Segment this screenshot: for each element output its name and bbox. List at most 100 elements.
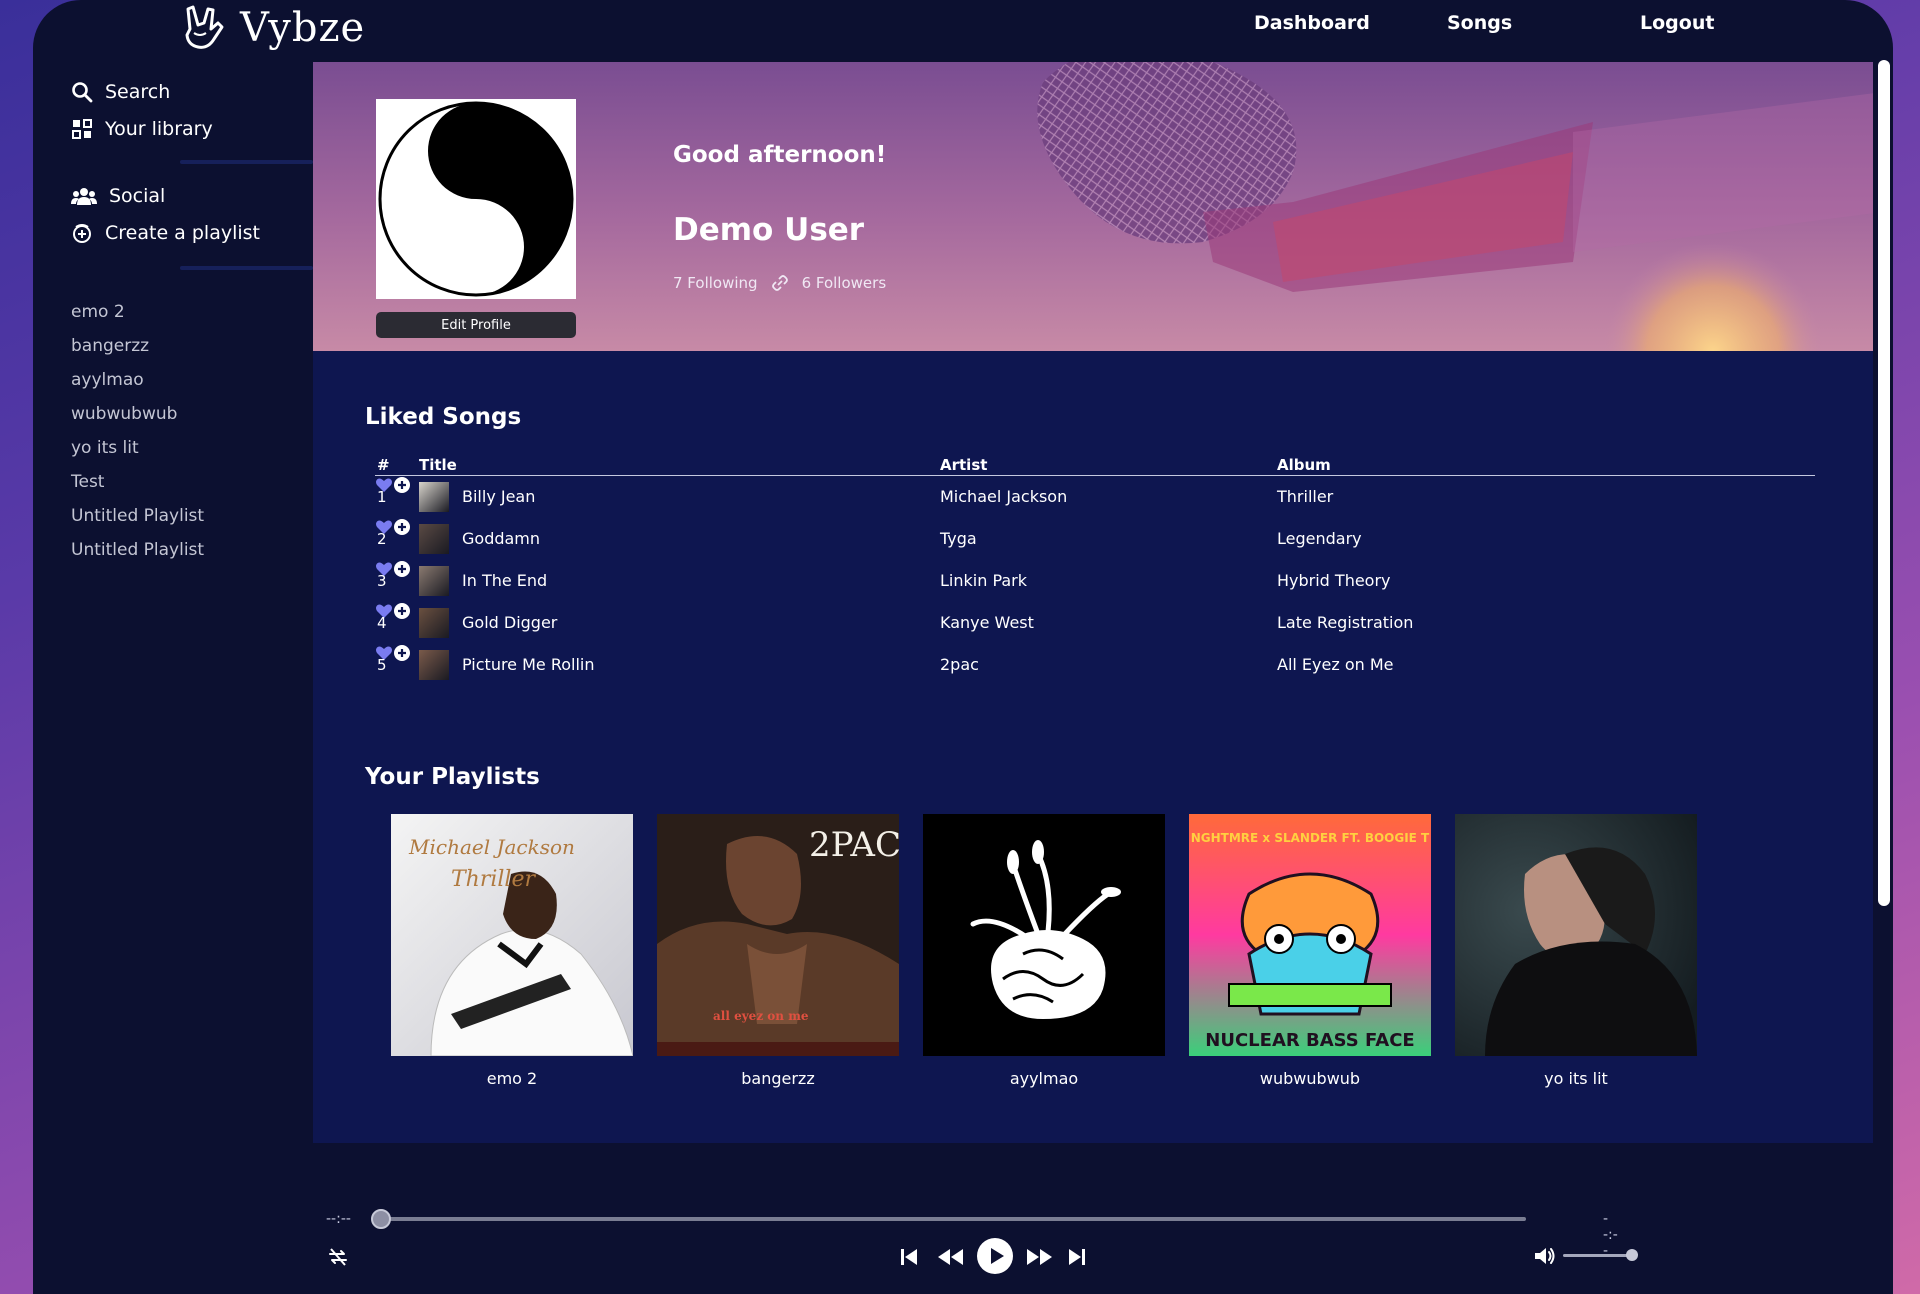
sidebar-playlist[interactable]: yo its lit	[71, 438, 139, 458]
playlist-cover: NGHTMRE x SLANDER FT. BOOGIE T NUCLEAR B…	[1189, 814, 1431, 1056]
sidebar-playlist[interactable]: Untitled Playlist	[71, 540, 204, 560]
music-player: --:-- --:--	[313, 1180, 1638, 1290]
track-album[interactable]: Late Registration	[1277, 613, 1413, 632]
track-artist[interactable]: Michael Jackson	[940, 487, 1067, 506]
nav-songs[interactable]: Songs	[1447, 12, 1512, 34]
track-album[interactable]: Legendary	[1277, 529, 1362, 548]
main-content: Edit Profile Good afternoon! Demo User 7…	[313, 62, 1873, 1143]
cover-subtitle: Thriller	[451, 867, 536, 892]
nav-dashboard[interactable]: Dashboard	[1254, 12, 1370, 34]
volume-handle[interactable]	[1626, 1249, 1638, 1261]
library-icon	[72, 119, 92, 139]
table-row[interactable]: 3 In The End Linkin Park Hybrid Theory	[375, 560, 1815, 602]
track-title[interactable]: Billy Jean	[462, 487, 535, 506]
track-title[interactable]: In The End	[462, 571, 547, 590]
track-title[interactable]: Picture Me Rollin	[462, 655, 595, 674]
track-artist[interactable]: Tyga	[940, 529, 977, 548]
table-row[interactable]: 1 Billy Jean Michael Jackson Thriller	[375, 476, 1815, 518]
link-icon	[771, 275, 788, 291]
volume-icon[interactable]	[1533, 1245, 1557, 1267]
cover-subtitle: NUCLEAR BASS FACE	[1205, 1030, 1414, 1051]
followers-count[interactable]: 6 Followers	[802, 274, 887, 292]
play-button[interactable]	[976, 1237, 1014, 1275]
sidebar-playlist[interactable]: Untitled Playlist	[71, 506, 204, 526]
cover-title: Michael Jackson	[408, 835, 575, 859]
column-header-artist[interactable]: Artist	[940, 456, 987, 474]
app-window: Vybze Dashboard Songs Logout Search Your…	[33, 0, 1893, 1294]
sidebar-item-label: Social	[109, 185, 166, 207]
table-row[interactable]: 5 Picture Me Rollin 2pac All Eyez on Me	[375, 644, 1815, 686]
sidebar-item-search[interactable]: Search	[71, 81, 170, 103]
search-icon	[72, 82, 93, 103]
playlist-add-icon	[73, 224, 91, 243]
sidebar-divider	[180, 160, 313, 164]
rewind-icon[interactable]	[936, 1246, 964, 1268]
track-artist[interactable]: Linkin Park	[940, 571, 1027, 590]
playlist-cover	[923, 814, 1165, 1056]
cover-subtitle: all eyez on me	[713, 1009, 809, 1023]
nav-logout[interactable]: Logout	[1640, 12, 1714, 34]
playlist-cover	[1455, 814, 1697, 1056]
track-album[interactable]: Hybrid Theory	[1277, 571, 1391, 590]
sidebar-playlist[interactable]: ayylmao	[71, 370, 144, 390]
sidebar-item-library[interactable]: Your library	[71, 118, 213, 140]
sidebar-item-create-playlist[interactable]: Create a playlist	[71, 222, 260, 244]
playlist-card[interactable]: ayylmao	[923, 814, 1165, 1088]
playlist-card-name: ayylmao	[1009, 1069, 1079, 1088]
playlist-card[interactable]: Michael Jackson Thriller emo 2	[391, 814, 633, 1088]
playlist-card[interactable]: 2PAC all eyez on me bangerzz	[657, 814, 899, 1088]
seek-bar[interactable]	[379, 1217, 1526, 1221]
avatar	[376, 99, 576, 299]
table-row[interactable]: 4 Gold Digger Kanye West Late Registration	[375, 602, 1815, 644]
track-number: 4	[377, 614, 387, 632]
sidebar-item-label: Your library	[105, 118, 213, 140]
sidebar-playlist[interactable]: Test	[71, 472, 104, 492]
edit-profile-button[interactable]: Edit Profile	[376, 312, 576, 338]
table-row[interactable]: 2 Goddamn Tyga Legendary	[375, 518, 1815, 560]
track-artist[interactable]: Kanye West	[940, 613, 1034, 632]
add-circle-icon[interactable]	[393, 518, 411, 536]
liked-songs-rows: 1 Billy Jean Michael Jackson Thriller 2 Godda…	[375, 476, 1815, 686]
track-title[interactable]: Gold Digger	[462, 613, 557, 632]
following-count[interactable]: 7 Following	[673, 274, 758, 292]
track-album[interactable]: Thriller	[1277, 487, 1333, 506]
fast-forward-icon[interactable]	[1026, 1246, 1054, 1268]
sidebar-item-label: Create a playlist	[105, 222, 260, 244]
track-number: 5	[377, 656, 387, 674]
main-scrollbar[interactable]	[1878, 60, 1890, 906]
skip-previous-icon[interactable]	[899, 1246, 919, 1268]
playlist-card[interactable]: yo its lit	[1455, 814, 1697, 1088]
sidebar: Search Your library Social Create a play…	[33, 62, 313, 1162]
column-header-title[interactable]: Title	[419, 456, 457, 474]
playlist-card-name: emo 2	[486, 1069, 538, 1088]
your-playlists-title: Your Playlists	[365, 764, 540, 790]
track-artist[interactable]: 2pac	[940, 655, 979, 674]
playlist-card-name: wubwubwub	[1259, 1069, 1361, 1088]
playlist-cover: Michael Jackson Thriller	[391, 814, 633, 1056]
sidebar-playlist[interactable]: wubwubwub	[71, 404, 177, 424]
volume-slider[interactable]	[1563, 1254, 1633, 1257]
sidebar-playlist[interactable]: bangerzz	[71, 336, 149, 356]
sidebar-item-social[interactable]: Social	[71, 185, 165, 207]
sidebar-playlist[interactable]: emo 2	[71, 302, 125, 322]
add-circle-icon[interactable]	[393, 644, 411, 662]
seek-handle[interactable]	[371, 1209, 391, 1229]
add-circle-icon[interactable]	[393, 602, 411, 620]
track-album[interactable]: All Eyez on Me	[1277, 655, 1394, 674]
logo[interactable]: Vybze	[178, 0, 365, 56]
repeat-icon[interactable]	[327, 1246, 349, 1268]
column-header-album[interactable]: Album	[1277, 456, 1331, 474]
liked-songs-title: Liked Songs	[365, 404, 522, 430]
add-circle-icon[interactable]	[393, 476, 411, 494]
playlist-card[interactable]: NGHTMRE x SLANDER FT. BOOGIE T NUCLEAR B…	[1189, 814, 1431, 1088]
users-icon	[71, 188, 97, 205]
track-thumbnail	[419, 566, 449, 596]
add-circle-icon[interactable]	[393, 560, 411, 578]
profile-username: Demo User	[673, 212, 865, 248]
track-number: 1	[377, 488, 387, 506]
track-thumbnail	[419, 650, 449, 680]
current-time: --:--	[326, 1211, 351, 1227]
skip-next-icon[interactable]	[1067, 1246, 1087, 1268]
playlist-grid: Michael Jackson Thriller emo 2 2PAC all …	[391, 814, 1791, 1094]
track-title[interactable]: Goddamn	[462, 529, 540, 548]
